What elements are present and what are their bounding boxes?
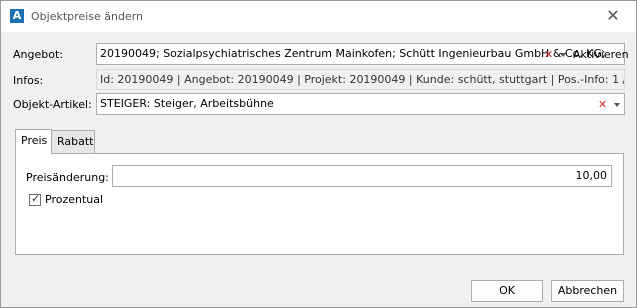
infos-value: Id: 20190049 | Angebot: 20190049 | Proje… xyxy=(100,73,625,86)
angebot-clear-icon[interactable]: ✕ xyxy=(544,48,553,61)
objekt-artikel-chevron-down-icon[interactable] xyxy=(614,103,620,107)
infos-field: Id: 20190049 | Angebot: 20190049 | Proje… xyxy=(96,69,625,90)
infos-label: Infos: xyxy=(13,74,44,87)
app-icon: A xyxy=(10,9,24,23)
preisaenderung-value: 10,00 xyxy=(575,169,608,182)
abbrechen-button[interactable]: Abbrechen xyxy=(551,280,624,302)
angebot-chevron-down-icon[interactable] xyxy=(560,53,566,57)
close-icon[interactable]: ✕ xyxy=(604,7,622,25)
objekt-artikel-label: Objekt-Artikel: xyxy=(13,98,92,111)
dialog-window: A Objektpreise ändern ✕ Angebot: 2019004… xyxy=(0,0,637,308)
check-icon: ✓ xyxy=(31,192,41,205)
ok-button[interactable]: OK xyxy=(471,280,543,302)
tab-rabatt[interactable]: Rabatt xyxy=(51,130,95,153)
preisaenderung-label: Preisänderung: xyxy=(26,171,109,184)
aktivieren-button[interactable]: Aktivieren xyxy=(573,48,629,61)
angebot-value: 20190049; Sozialpsychiatrisches Zentrum … xyxy=(100,47,606,60)
objekt-artikel-combobox[interactable]: STEIGER: Steiger, Arbeitsbühne xyxy=(96,93,625,115)
preisaenderung-input[interactable]: 10,00 xyxy=(112,165,612,187)
objekt-artikel-clear-icon[interactable]: ✕ xyxy=(598,98,607,111)
window-title: Objektpreise ändern xyxy=(31,10,143,23)
angebot-label: Angebot: xyxy=(13,48,63,61)
tab-preis[interactable]: Preis xyxy=(15,129,52,154)
prozentual-checkbox[interactable]: ✓ xyxy=(29,192,41,206)
title-bar: A Objektpreise ändern ✕ xyxy=(1,1,636,32)
prozentual-label: Prozentual xyxy=(45,193,104,206)
objekt-artikel-value: STEIGER: Steiger, Arbeitsbühne xyxy=(100,97,274,110)
preis-tab-panel: Preisänderung: 10,00 ✓ Prozentual xyxy=(15,153,624,255)
